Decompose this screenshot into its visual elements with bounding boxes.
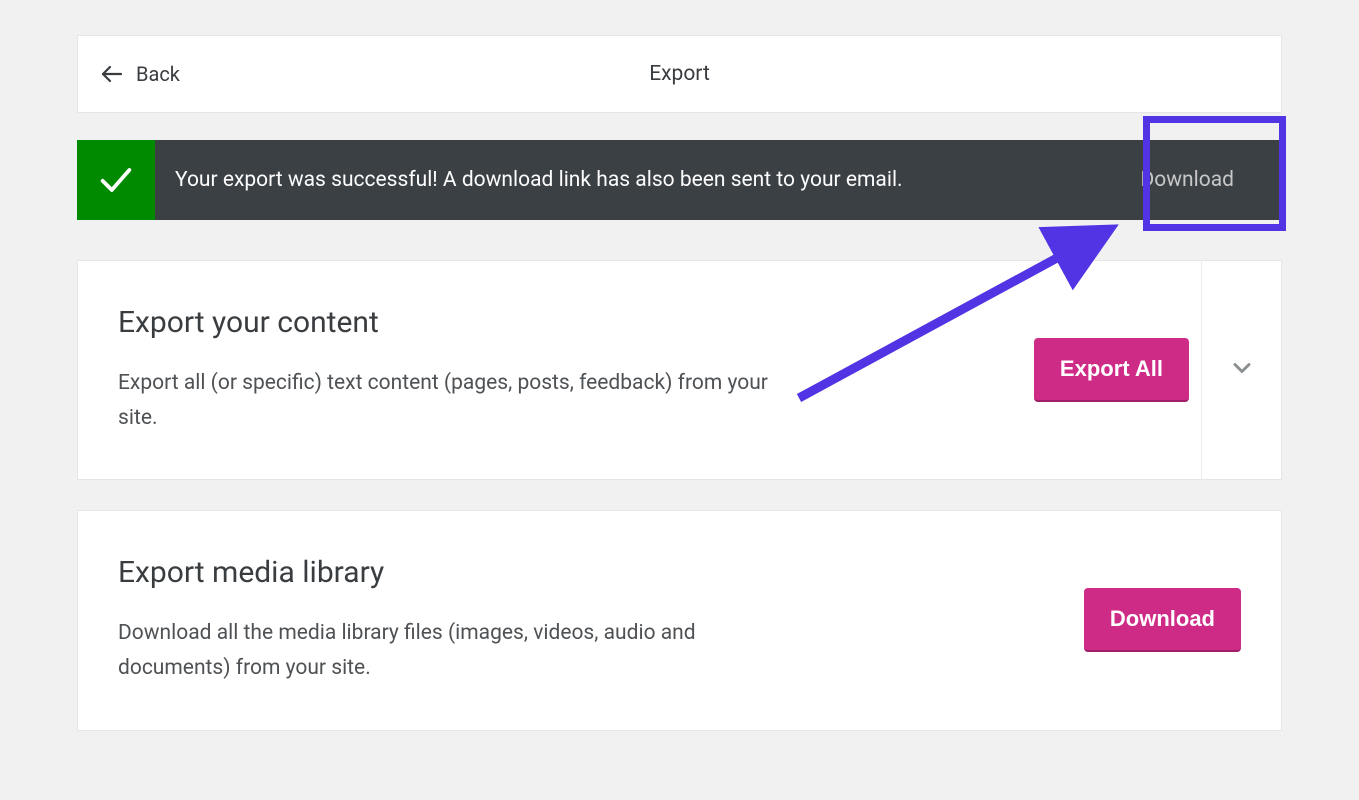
export-media-description: Download all the media library files (im… (118, 616, 778, 685)
download-media-button[interactable]: Download (1084, 588, 1241, 652)
notification-download-link[interactable]: Download (1121, 168, 1283, 192)
page-title: Export (649, 62, 710, 86)
export-all-button[interactable]: Export All (1034, 338, 1189, 402)
page-header: Back Export (77, 35, 1282, 113)
arrow-left-icon (100, 62, 124, 86)
expand-toggle[interactable] (1201, 261, 1281, 479)
export-media-card: Export media library Download all the me… (77, 510, 1282, 730)
chevron-down-icon (1228, 354, 1256, 386)
export-content-card: Export your content Export all (or speci… (77, 260, 1282, 480)
export-content-title: Export your content (118, 305, 994, 340)
back-button[interactable]: Back (100, 62, 180, 86)
export-media-title: Export media library (118, 555, 1044, 590)
back-label: Back (136, 62, 180, 86)
success-notification: Your export was successful! A download l… (77, 140, 1282, 220)
notification-message: Your export was successful! A download l… (155, 168, 1121, 192)
check-icon (77, 140, 155, 220)
export-content-description: Export all (or specific) text content (p… (118, 366, 778, 435)
